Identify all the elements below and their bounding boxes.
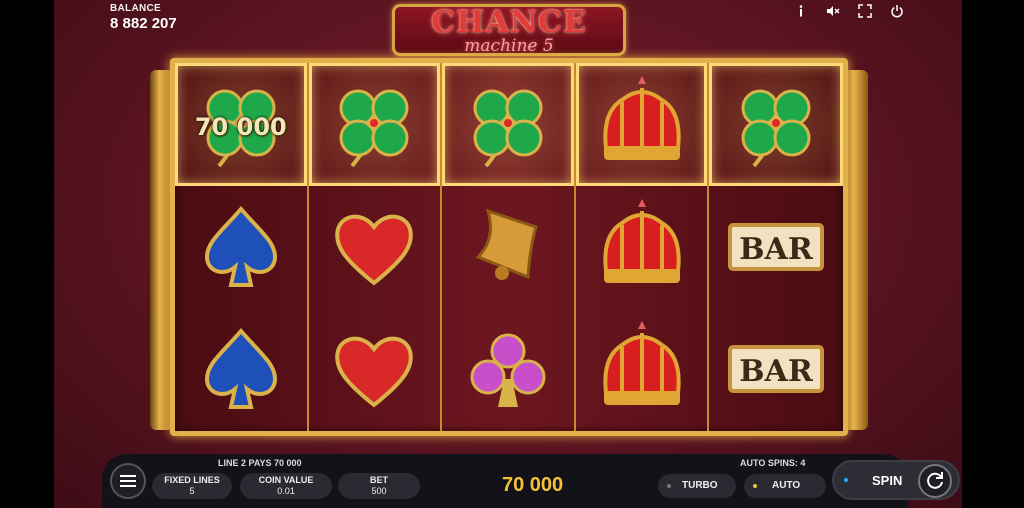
balance-display: BALANCE 8 882 207 — [110, 3, 177, 32]
coin-value-label: COIN VALUE — [258, 475, 314, 485]
auto-toggle[interactable]: AUTO — [744, 474, 826, 498]
balance-label: BALANCE — [110, 3, 161, 14]
left-border — [0, 0, 54, 508]
reel-4 — [575, 63, 710, 431]
bar-symbol: BAR — [709, 308, 843, 431]
symbol-win-amount: 70 000 — [194, 113, 287, 141]
svg-text:BAR: BAR — [739, 354, 814, 389]
club-symbol — [442, 308, 574, 431]
bet-control[interactable]: BET 500 — [338, 473, 420, 499]
menu-button[interactable] — [110, 463, 146, 499]
reel-5: BAR BAR — [709, 63, 843, 431]
fullscreen-icon[interactable] — [856, 2, 874, 20]
spin-indicator — [844, 478, 848, 482]
control-bar: LINE 2 PAYS 70 000 AUTO SPINS: 4 FIXED L… — [102, 454, 960, 508]
spade-symbol — [175, 186, 307, 309]
fixed-lines-label: FIXED LINES — [164, 475, 220, 485]
right-border — [962, 0, 1024, 508]
crown-symbol — [576, 308, 708, 431]
crown-symbol — [575, 63, 708, 186]
coin-value-value: 0.01 — [277, 486, 295, 496]
balance-value: 8 882 207 — [110, 15, 177, 32]
clover-symbol — [709, 63, 843, 186]
bar-symbol: BAR — [709, 186, 843, 309]
logo-subtitle: machine 5 — [464, 36, 554, 56]
reels-grid: 70 000 BAR BAR — [175, 63, 843, 431]
game-stage: BALANCE 8 882 207 CHANCE machine 5 70 00… — [54, 0, 962, 508]
svg-text:BAR: BAR — [739, 232, 814, 267]
auto-indicator — [753, 484, 757, 488]
reel-1: 70 000 — [175, 63, 309, 431]
bet-value: 500 — [371, 486, 387, 496]
bell-symbol — [442, 186, 574, 309]
heart-symbol — [309, 186, 441, 309]
line-win-info: LINE 2 PAYS 70 000 — [218, 458, 302, 468]
hamburger-icon — [120, 475, 136, 487]
fixed-lines-value: 5 — [189, 486, 195, 496]
mute-icon[interactable] — [824, 2, 842, 20]
auto-label: AUTO — [772, 480, 801, 491]
fixed-lines-control[interactable]: FIXED LINES 5 — [152, 473, 232, 499]
clover-symbol: 70 000 — [175, 63, 307, 186]
turbo-label: TURBO — [682, 480, 718, 491]
spin-button[interactable]: SPIN — [832, 460, 960, 500]
coin-value-control[interactable]: COIN VALUE 0.01 — [240, 473, 332, 499]
clover-symbol — [308, 63, 441, 186]
heart-symbol — [309, 308, 441, 431]
reel-2 — [308, 63, 443, 431]
turbo-indicator — [667, 484, 671, 488]
reel-3 — [442, 63, 576, 431]
auto-spins-info: AUTO SPINS: 4 — [740, 458, 806, 468]
spade-symbol — [175, 308, 307, 431]
win-total: 70 000 — [502, 474, 564, 496]
turbo-toggle[interactable]: TURBO — [658, 474, 736, 498]
top-toolbar — [792, 2, 906, 20]
spin-label: SPIN — [872, 473, 903, 488]
bet-label: BET — [370, 475, 388, 485]
game-logo: CHANCE machine 5 — [392, 4, 626, 56]
crown-symbol — [576, 186, 708, 309]
refresh-icon — [918, 464, 952, 498]
reels-frame: 70 000 BAR BAR — [170, 58, 848, 436]
logo-title: CHANCE — [431, 5, 587, 40]
clover-symbol — [442, 63, 574, 186]
power-icon[interactable] — [888, 2, 906, 20]
info-icon[interactable] — [792, 2, 810, 20]
